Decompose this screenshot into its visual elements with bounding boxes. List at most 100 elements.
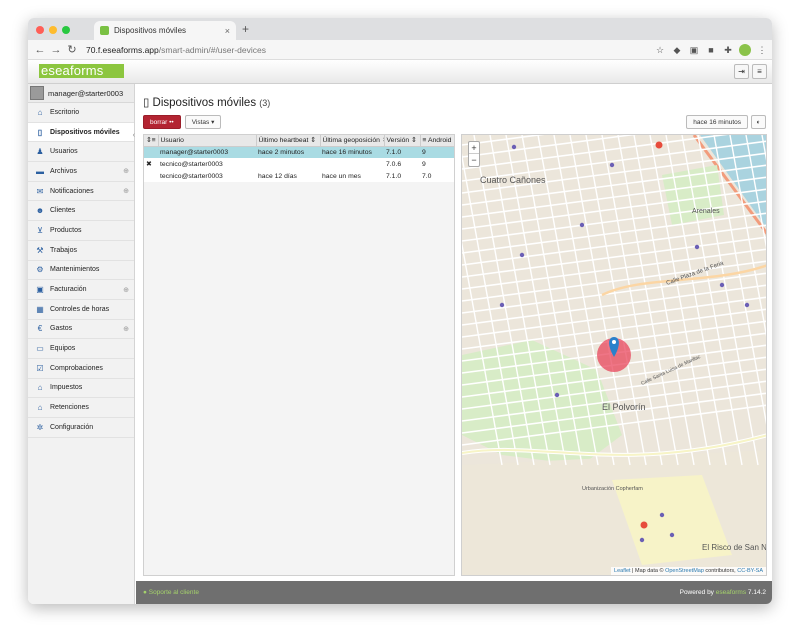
map-poi xyxy=(744,302,750,308)
url-host: 70.f.eseaforms.app xyxy=(86,44,159,55)
sidebar-item-configuración[interactable]: ✲ Configuración xyxy=(28,418,134,438)
minimize-window-button[interactable] xyxy=(49,26,57,34)
cell-geo: hace un mes xyxy=(320,170,384,182)
sidebar-user[interactable]: manager@starter0003 xyxy=(28,84,134,103)
main-content: ▯ Dispositivos móviles (3) borrar •• Vis… xyxy=(136,84,772,581)
tab-close-icon[interactable]: × xyxy=(225,26,230,36)
map-poi xyxy=(609,162,615,168)
zoom-out-button[interactable]: − xyxy=(469,154,479,166)
map-canvas[interactable]: Cuatro CañonesArenalesCalle Plaza de la … xyxy=(462,135,767,576)
cell-android: 7.0 xyxy=(420,170,454,182)
column-header-android[interactable]: ≡ Android xyxy=(420,135,454,147)
profile-avatar-icon[interactable] xyxy=(739,43,751,56)
sidebar-item-clientes[interactable]: ☻ Clientes xyxy=(28,201,134,222)
bookmark-star-icon[interactable]: ☆ xyxy=(654,44,666,56)
sidebar-item-archivos[interactable]: ▬ Archivos ⊕ xyxy=(28,162,134,182)
sidebar-item-mantenimientos[interactable]: ⚙ Mantenimientos xyxy=(28,261,134,281)
support-link[interactable]: ● Soporte al cliente xyxy=(143,589,199,596)
cell-android: 9 xyxy=(420,146,454,158)
time-filter-button[interactable]: hace 16 minutos xyxy=(686,115,748,129)
sidebar-item-comprobaciones[interactable]: ☑ Comprobaciones xyxy=(28,359,134,379)
sidebar-item-dispositivos-móviles[interactable]: ▯ Dispositivos móviles xyxy=(28,122,134,143)
capture-icon[interactable]: ▣ xyxy=(688,44,700,56)
sidebar-item-retenciones[interactable]: ⌂ Retenciones xyxy=(28,398,134,418)
expand-plus-icon[interactable]: ⊕ xyxy=(123,286,129,294)
cell-user: tecnico@starter0003 xyxy=(158,170,256,182)
sidebar-item-controles-de-horas[interactable]: ▦ Controles de horas xyxy=(28,300,134,320)
sidebar-item-facturación[interactable]: ▣ Facturación ⊕ xyxy=(28,280,134,300)
reload-icon[interactable]: ↻ xyxy=(64,43,80,56)
expand-plus-icon[interactable]: ⊕ xyxy=(123,325,129,333)
map-poi xyxy=(669,532,675,538)
delete-button[interactable]: borrar •• xyxy=(143,115,181,129)
expand-plus-icon[interactable]: ⊕ xyxy=(123,187,129,195)
table-row[interactable]: manager@starter0003 hace 2 minutos hace 16… xyxy=(144,146,454,158)
sidebar-item-label: Clientes xyxy=(50,207,76,215)
expand-plus-icon[interactable]: ⊕ xyxy=(123,167,129,175)
forward-icon[interactable]: → xyxy=(48,44,64,56)
attr-text: | Map data © xyxy=(630,568,666,574)
tools-icon: ⚒ xyxy=(36,245,44,255)
bank-icon: ⌂ xyxy=(37,383,43,393)
support-label: Soporte al cliente xyxy=(148,589,199,596)
sidebar-item-gastos[interactable]: € Gastos ⊕ xyxy=(28,320,134,340)
map-hospital-marker xyxy=(655,141,663,149)
globe-icon[interactable]: ◐ xyxy=(751,115,766,129)
powered-by: Powered by eseaforms 7.14.2 xyxy=(680,589,766,596)
column-header-user[interactable]: Usuario xyxy=(158,135,257,147)
zoom-control: + − xyxy=(468,141,480,167)
sidebar-item-equipos[interactable]: ▭ Equipos xyxy=(28,339,134,359)
logout-button[interactable]: ⇥ xyxy=(734,64,749,79)
extension-2-icon[interactable]: ■ xyxy=(705,44,717,56)
user-icon: ♟ xyxy=(36,147,44,157)
browser-menu-icon[interactable]: ⋮ xyxy=(756,44,768,56)
zoom-in-button[interactable]: + xyxy=(469,142,479,154)
column-header-heartbeat[interactable]: Último heartbeat ⇕ xyxy=(256,135,321,147)
sidebar-item-impuestos[interactable]: ⌂ Impuestos xyxy=(28,379,134,399)
zoom-window-button[interactable] xyxy=(62,26,70,34)
sidebar-item-label: Productos xyxy=(50,226,82,234)
sidebar-item-label: Usuarios xyxy=(50,148,78,156)
devices-table-panel: ⇕≡ Usuario Último heartbeat ⇕ Última geo… xyxy=(143,134,455,576)
table-row[interactable]: ✖ tecnico@starter0003 7.0.6 9 xyxy=(144,158,454,170)
brand-link[interactable]: eseaforms xyxy=(716,589,746,596)
back-icon[interactable]: ← xyxy=(32,44,48,56)
close-window-button[interactable] xyxy=(36,26,44,34)
puzzle-icon[interactable]: ✚ xyxy=(722,44,734,56)
hamburger-menu-button[interactable]: ≡ xyxy=(752,64,767,79)
cell-version: 7.1.0 xyxy=(384,146,420,158)
leaflet-link[interactable]: Leaflet xyxy=(614,568,631,574)
browser-tab[interactable]: Dispositivos móviles × xyxy=(94,21,236,40)
cc-link[interactable]: CC-BY-SA xyxy=(737,568,763,574)
sidebar-item-notificaciones[interactable]: ✉ Notificaciones ⊕ xyxy=(28,182,134,202)
sidebar-item-usuarios[interactable]: ♟ Usuarios xyxy=(28,142,134,163)
views-dropdown[interactable]: Vistas ▾ xyxy=(184,115,222,129)
address-bar: ← → ↻ 70.f.eseaforms.app/smart-admin/#/u… xyxy=(28,40,772,60)
extension-icon[interactable]: ◆ xyxy=(671,44,683,56)
sidebar-nav: ⌂ Escritorio ▯ Dispositivos móviles ♟ Usuario… xyxy=(28,103,134,438)
table-row[interactable]: tecnico@starter0003 hace 12 días hace un m… xyxy=(144,170,454,182)
attr-rest: contributors, xyxy=(703,568,738,574)
cell-heartbeat: hace 12 días xyxy=(256,170,320,182)
mobile-icon: ▯ xyxy=(143,97,150,109)
url-field[interactable]: 70.f.eseaforms.app/smart-admin/#/user-de… xyxy=(86,45,643,55)
map-label: Cuatro Cañones xyxy=(480,175,546,185)
map-poi xyxy=(519,252,525,258)
map-attribution: Leaflet | Map data © OpenStreetMap contr… xyxy=(611,567,766,575)
sidebar-item-label: Equipos xyxy=(50,345,76,353)
footer: ● Soporte al cliente Powered by eseaform… xyxy=(136,581,772,604)
sidebar-item-escritorio[interactable]: ⌂ Escritorio xyxy=(28,103,134,123)
column-header-version[interactable]: Versión ⇕ xyxy=(384,135,421,147)
column-header-geo[interactable]: Última geoposición ⇕ xyxy=(320,135,385,147)
collapse-sidebar-icon[interactable]: ‹ xyxy=(133,132,135,139)
map-poi xyxy=(719,282,725,288)
osm-link[interactable]: OpenStreetMap xyxy=(665,568,704,574)
new-tab-button[interactable]: + xyxy=(242,22,249,36)
row-status-mark xyxy=(144,170,158,182)
sidebar-item-productos[interactable]: ⊻ Productos xyxy=(28,221,134,241)
column-options-header[interactable]: ⇕≡ xyxy=(144,135,159,147)
sidebar-item-trabajos[interactable]: ⚒ Trabajos xyxy=(28,241,134,261)
url-path: /smart-admin/#/user-devices xyxy=(158,44,266,55)
map[interactable]: Cuatro Cañones Arenales Calle Plaza de la … xyxy=(461,134,767,576)
money-icon: ▣ xyxy=(36,285,44,295)
